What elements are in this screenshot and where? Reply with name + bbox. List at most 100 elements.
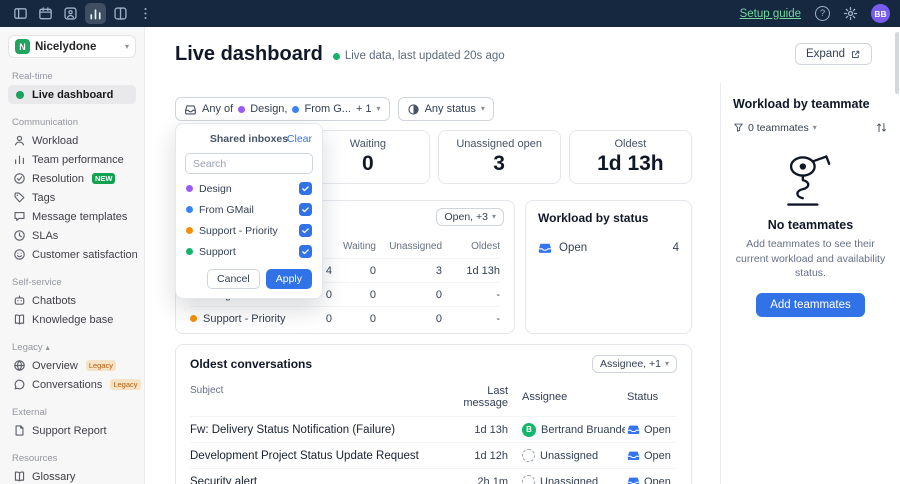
checkbox-checked[interactable]	[299, 182, 312, 195]
teammates-filter[interactable]: 0 teammates	[748, 122, 809, 134]
help-icon[interactable]: ?	[815, 6, 830, 21]
waiting-count: 0	[369, 264, 376, 277]
sidebar-item-message-templates[interactable]: Message templates	[8, 207, 136, 226]
stat-label: Oldest	[614, 138, 647, 150]
more-icon[interactable]	[135, 3, 156, 24]
gear-icon[interactable]	[843, 6, 858, 21]
sidebar-item-label: Chatbots	[32, 294, 77, 307]
setup-guide-link[interactable]: Setup guide	[740, 8, 801, 20]
assignee-select[interactable]: Assignee, +1 ▾	[591, 355, 677, 373]
sort-icon[interactable]	[875, 121, 888, 134]
search-input[interactable]	[185, 153, 313, 174]
sidebar-item-label: Workload	[32, 134, 79, 147]
live-indicator-dot	[332, 52, 340, 60]
sidebar-item-overview[interactable]: Overview Legacy	[8, 356, 136, 375]
sidebar-section-resources: Resources	[12, 453, 58, 464]
checkbox-checked[interactable]	[299, 245, 312, 258]
apply-button[interactable]: Apply	[265, 269, 312, 289]
sidebar-section-legacy-toggle[interactable]: Legacy ▴	[12, 342, 132, 353]
sidebar-item-resolution[interactable]: Resolution NEW	[8, 169, 136, 188]
status-label: Open	[559, 242, 588, 254]
stat-card-unassigned-open: Unassigned open 3	[437, 130, 561, 184]
sidebar-item-live-dashboard[interactable]: Live dashboard	[8, 85, 136, 104]
filter-prefix: Any of	[202, 103, 234, 115]
calendar-icon[interactable]	[35, 3, 56, 24]
stat-card-waiting: Waiting 0	[306, 130, 430, 184]
sidebar-item-chatbots[interactable]: Chatbots	[8, 291, 136, 310]
add-teammates-button[interactable]: Add teammates	[756, 293, 865, 318]
expand-label: Expand	[805, 48, 845, 60]
external-link-icon	[850, 49, 861, 60]
conversation-row[interactable]: Security alert 2h 1m Unassigned Open	[190, 468, 677, 484]
sidebar-item-slas[interactable]: SLAs	[8, 226, 136, 245]
workspace-badge: N	[15, 39, 30, 54]
sidebar-item-label: Overview	[32, 359, 78, 372]
main-area: Live dashboard Live data, last updated 2…	[145, 27, 900, 484]
chevron-down-icon: ▾	[664, 359, 669, 368]
select-value: Assignee, +1	[599, 358, 661, 370]
sidebar-toggle-icon[interactable]	[10, 3, 31, 24]
sidebar-item-knowledge-base[interactable]: Knowledge base	[8, 310, 136, 329]
inbox-option-design[interactable]: Design	[176, 178, 322, 199]
page-title: Live dashboard	[175, 43, 323, 65]
open-inbox-icon	[627, 449, 640, 462]
expand-button[interactable]: Expand	[794, 43, 872, 65]
filter-bar: Any of Design, From G... + 1 ▾ Any statu…	[175, 97, 692, 121]
scrollbar-thumb[interactable]	[895, 32, 899, 94]
globe-icon	[13, 359, 26, 372]
sidebar-section-communication: Communication	[12, 117, 78, 128]
inbox-color-dot	[190, 315, 197, 322]
inbox-filter[interactable]: Any of Design, From G... + 1 ▾	[175, 97, 390, 121]
option-label: Design	[199, 182, 232, 195]
live-status: Live data, last updated 20s ago	[332, 50, 505, 62]
open-inbox-icon	[627, 423, 640, 436]
sidebar-item-team-performance[interactable]: Team performance	[8, 150, 136, 169]
inbox-color-dot	[292, 105, 300, 113]
analytics-icon[interactable]	[85, 3, 106, 24]
assignee-name: Unassigned	[540, 475, 599, 484]
workspace-selector[interactable]: N Nicelydone ▾	[8, 35, 136, 58]
inbox-option-from-gmail[interactable]: From GMail	[176, 199, 322, 220]
sidebar-item-conversations[interactable]: Conversations Legacy	[8, 375, 141, 394]
assignee-avatar: B	[522, 422, 536, 437]
sidebar-item-label: Message templates	[32, 210, 128, 223]
checkbox-checked[interactable]	[299, 224, 312, 237]
conversations-table-header: Subject Last message Assignee Status	[190, 385, 677, 416]
inbox-name: Support - Priority	[203, 312, 286, 325]
sidebar-item-tags[interactable]: Tags	[8, 188, 136, 207]
conversation-row[interactable]: Fw: Delivery Status Notification (Failur…	[190, 416, 677, 442]
sidebar: N Nicelydone ▾ Real-time Live dashboard …	[0, 27, 145, 484]
contacts-icon[interactable]	[60, 3, 81, 24]
status-filter[interactable]: Any status ▾	[397, 97, 494, 121]
book-icon	[13, 470, 26, 483]
option-label: Support - Priority	[199, 224, 278, 237]
inbox-status-select[interactable]: Open, +3 ▾	[436, 208, 504, 226]
unassigned-count: 3	[435, 264, 442, 277]
status-circle-icon	[407, 103, 420, 116]
legacy-badge: Legacy	[110, 379, 141, 390]
inbox-color-dot	[186, 248, 193, 255]
sidebar-item-customer-satisfaction[interactable]: Customer satisfaction	[8, 245, 138, 264]
boards-icon[interactable]	[110, 3, 131, 24]
status-count: 4	[672, 242, 679, 254]
option-label: From GMail	[199, 203, 254, 216]
inbox-option-support-priority[interactable]: Support - Priority	[176, 220, 322, 241]
checkbox-checked[interactable]	[299, 203, 312, 216]
chevron-down-icon: ▾	[812, 122, 817, 132]
user-avatar[interactable]: BB	[871, 4, 890, 23]
sidebar-item-glossary[interactable]: Glossary	[8, 467, 136, 484]
col-unassigned: Unassigned	[389, 241, 442, 252]
chevron-down-icon: ▾	[491, 212, 496, 221]
sidebar-item-label: Live dashboard	[32, 88, 114, 101]
chevron-down-icon: ▾	[124, 41, 129, 51]
open-inbox-icon	[627, 475, 640, 484]
inbox-option-support[interactable]: Support	[176, 241, 322, 262]
cancel-button[interactable]: Cancel	[207, 269, 260, 289]
person-icon	[13, 134, 26, 147]
sidebar-item-workload[interactable]: Workload	[8, 131, 136, 150]
last-message-time: 1d 12h	[474, 449, 508, 462]
clear-button[interactable]: Clear	[287, 133, 312, 145]
conversation-row[interactable]: Development Project Status Update Reques…	[190, 442, 677, 468]
sidebar-item-support-report[interactable]: Support Report	[8, 421, 136, 440]
conversation-subject: Fw: Delivery Status Notification (Failur…	[190, 423, 396, 436]
